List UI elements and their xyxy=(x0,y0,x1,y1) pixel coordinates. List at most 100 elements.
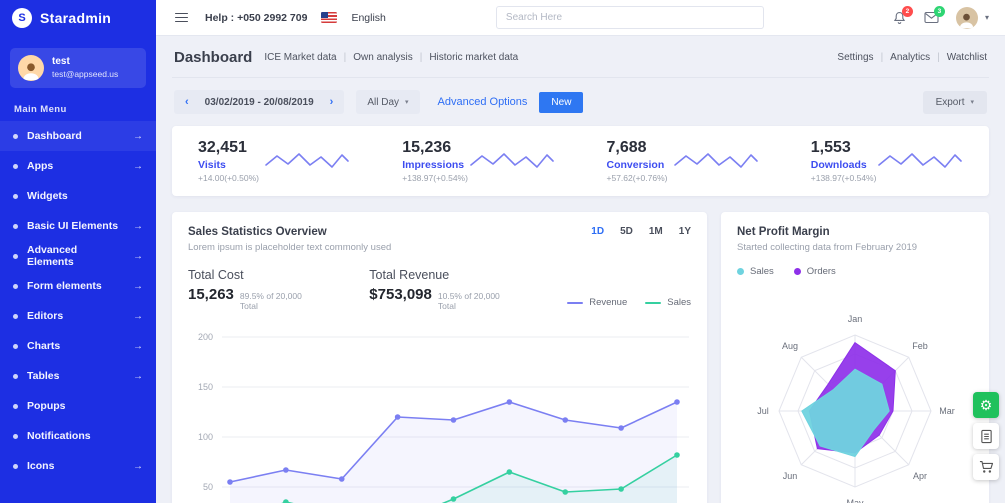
sidebar-item-apps[interactable]: Apps → xyxy=(0,151,156,181)
range-tab-5d[interactable]: 5D xyxy=(620,226,633,237)
range-tab-1y[interactable]: 1Y xyxy=(679,226,691,237)
sidebar-item-label: Charts xyxy=(27,340,61,352)
sidebar-item-popups[interactable]: Popups xyxy=(0,391,156,421)
brand[interactable]: S Staradmin xyxy=(0,0,156,36)
bullet-icon xyxy=(13,343,18,349)
messages-button[interactable]: 3 xyxy=(924,6,945,24)
range-tab-1d[interactable]: 1D xyxy=(591,226,604,237)
legend-item-sales: Sales xyxy=(645,297,691,308)
us-flag-icon[interactable] xyxy=(321,12,338,23)
header-link-ice-market-data[interactable]: ICE Market data xyxy=(264,52,336,63)
help-phone: Help : +050 2992 709 xyxy=(205,11,308,24)
sales-line-chart: 200 150 100 50 xyxy=(198,332,689,503)
sidebar-item-tables[interactable]: Tables → xyxy=(0,361,156,391)
bullet-icon xyxy=(13,313,18,319)
profile-menu-button[interactable] xyxy=(955,6,978,29)
stat-value: 32,451 xyxy=(198,139,247,156)
header-link-historic-market-data[interactable]: Historic market data xyxy=(429,52,518,63)
total-cost-label: Total Cost xyxy=(188,268,244,282)
sidebar-item-charts[interactable]: Charts → xyxy=(0,331,156,361)
main-column: Help : +050 2992 709 English 2 xyxy=(156,0,1005,503)
page-header: Dashboard ICE Market data | Own analysis | H… xyxy=(172,36,989,78)
legend-swatch xyxy=(645,301,662,304)
chevron-down-icon[interactable]: ▾ xyxy=(985,13,989,22)
legend-item-sales: Sales xyxy=(737,266,774,277)
person-icon xyxy=(23,63,39,81)
sidebar-item-dashboard[interactable]: Dashboard → xyxy=(0,121,156,151)
sparkline-chart xyxy=(265,153,350,168)
sidebar-item-basic-ui-elements[interactable]: Basic UI Elements → xyxy=(0,211,156,241)
app-root: S Staradmin test test@appseed.us Main Me… xyxy=(0,0,1005,503)
sidebar-item-widgets[interactable]: Widgets xyxy=(0,181,156,211)
svg-text:Jun: Jun xyxy=(783,471,798,481)
page-title: Dashboard xyxy=(174,49,253,66)
radar-card-title: Net Profit Margin xyxy=(737,226,830,238)
sidebar-item-advanced-elements[interactable]: Advanced Elements → xyxy=(0,241,156,271)
sidebar-item-label: Notifications xyxy=(27,430,91,442)
document-fab-button[interactable] xyxy=(973,423,999,449)
sidebar-item-label: Basic UI Elements xyxy=(27,220,119,232)
date-range-value: 03/02/2019 - 20/08/2019 xyxy=(204,96,314,108)
hamburger-menu-icon[interactable] xyxy=(172,10,191,26)
header-link-own-analysis[interactable]: Own analysis xyxy=(353,52,412,63)
bullet-icon xyxy=(13,463,18,469)
sparkline-chart xyxy=(469,153,554,168)
brand-name: Staradmin xyxy=(40,10,112,26)
legend-dot xyxy=(793,268,801,275)
submenu-arrow-icon: → xyxy=(133,460,143,472)
quick-link-watchlist[interactable]: Watchlist xyxy=(947,52,987,63)
total-revenue-value: $753,098 xyxy=(369,286,432,303)
total-revenue-label: Total Revenue xyxy=(369,268,450,282)
quick-links: Settings | Analytics | Watchlist xyxy=(837,52,987,63)
bullet-icon xyxy=(13,253,18,259)
language-selector[interactable]: English xyxy=(351,12,385,24)
submenu-arrow-icon: → xyxy=(133,250,143,262)
stat-delta: +57.62(+0.76%) xyxy=(606,173,668,183)
cart-fab-button[interactable] xyxy=(973,454,999,480)
sidebar-item-label: Form elements xyxy=(27,280,102,292)
submenu-arrow-icon: → xyxy=(133,220,143,232)
gear-icon: ⚙ xyxy=(979,396,993,413)
chevron-left-icon[interactable]: ‹ xyxy=(185,96,189,108)
notification-badge: 2 xyxy=(901,5,913,17)
quick-link-analytics[interactable]: Analytics xyxy=(890,52,930,63)
messages-badge: 3 xyxy=(933,6,945,17)
sidebar-item-editors[interactable]: Editors → xyxy=(0,301,156,331)
topbar: Help : +050 2992 709 English 2 xyxy=(156,0,1005,36)
cart-icon xyxy=(979,461,993,473)
quick-link-settings[interactable]: Settings xyxy=(837,52,873,63)
chevron-down-icon: ▾ xyxy=(405,99,409,106)
sidebar-user-profile[interactable]: test test@appseed.us xyxy=(10,48,146,88)
stat-downloads: 1,553 Downloads +138.97(+0.54%) xyxy=(785,139,989,183)
advanced-options-link[interactable]: Advanced Options xyxy=(438,96,528,108)
legend-item-orders: Orders xyxy=(793,266,836,277)
sidebar-item-label: Advanced Elements xyxy=(27,244,78,268)
range-tab-1m[interactable]: 1M xyxy=(649,226,663,237)
user-avatar xyxy=(18,55,44,81)
bullet-icon xyxy=(13,433,18,439)
submenu-arrow-icon: → xyxy=(133,160,143,172)
new-button[interactable]: New xyxy=(539,91,584,113)
stat-value: 7,688 xyxy=(606,139,647,156)
sales-card-subtitle: Lorem ipsum is placeholder text commonly… xyxy=(188,242,392,253)
sales-card-title: Sales Statistics Overview xyxy=(188,226,327,238)
settings-fab-button[interactable]: ⚙ xyxy=(973,392,999,418)
export-button[interactable]: Export ▾ xyxy=(922,90,987,114)
all-day-dropdown[interactable]: All Day ▾ xyxy=(356,90,420,114)
chevron-down-icon: ▾ xyxy=(970,99,974,106)
date-range-picker[interactable]: ‹ 03/02/2019 - 20/08/2019 › xyxy=(174,90,345,114)
sidebar-item-icons[interactable]: Icons → xyxy=(0,451,156,481)
svg-text:200: 200 xyxy=(198,332,213,342)
chevron-right-icon[interactable]: › xyxy=(330,96,334,108)
toolbar: ‹ 03/02/2019 - 20/08/2019 › All Day ▾ Ad… xyxy=(172,78,989,126)
search-input[interactable] xyxy=(495,6,764,29)
sidebar-item-label: Editors xyxy=(27,310,64,322)
range-tabs: 1D 5D 1M 1Y xyxy=(575,226,691,237)
sidebar-item-label: Icons xyxy=(27,460,55,472)
sidebar-item-notifications[interactable]: Notifications xyxy=(0,421,156,451)
separator: | xyxy=(937,52,940,63)
net-profit-radar-chart: Jan Feb Mar Apr May Jun Jul Aug xyxy=(757,314,955,503)
notifications-button[interactable]: 2 xyxy=(892,5,913,25)
legend-swatch xyxy=(567,301,584,304)
sidebar-item-form-elements[interactable]: Form elements → xyxy=(0,271,156,301)
